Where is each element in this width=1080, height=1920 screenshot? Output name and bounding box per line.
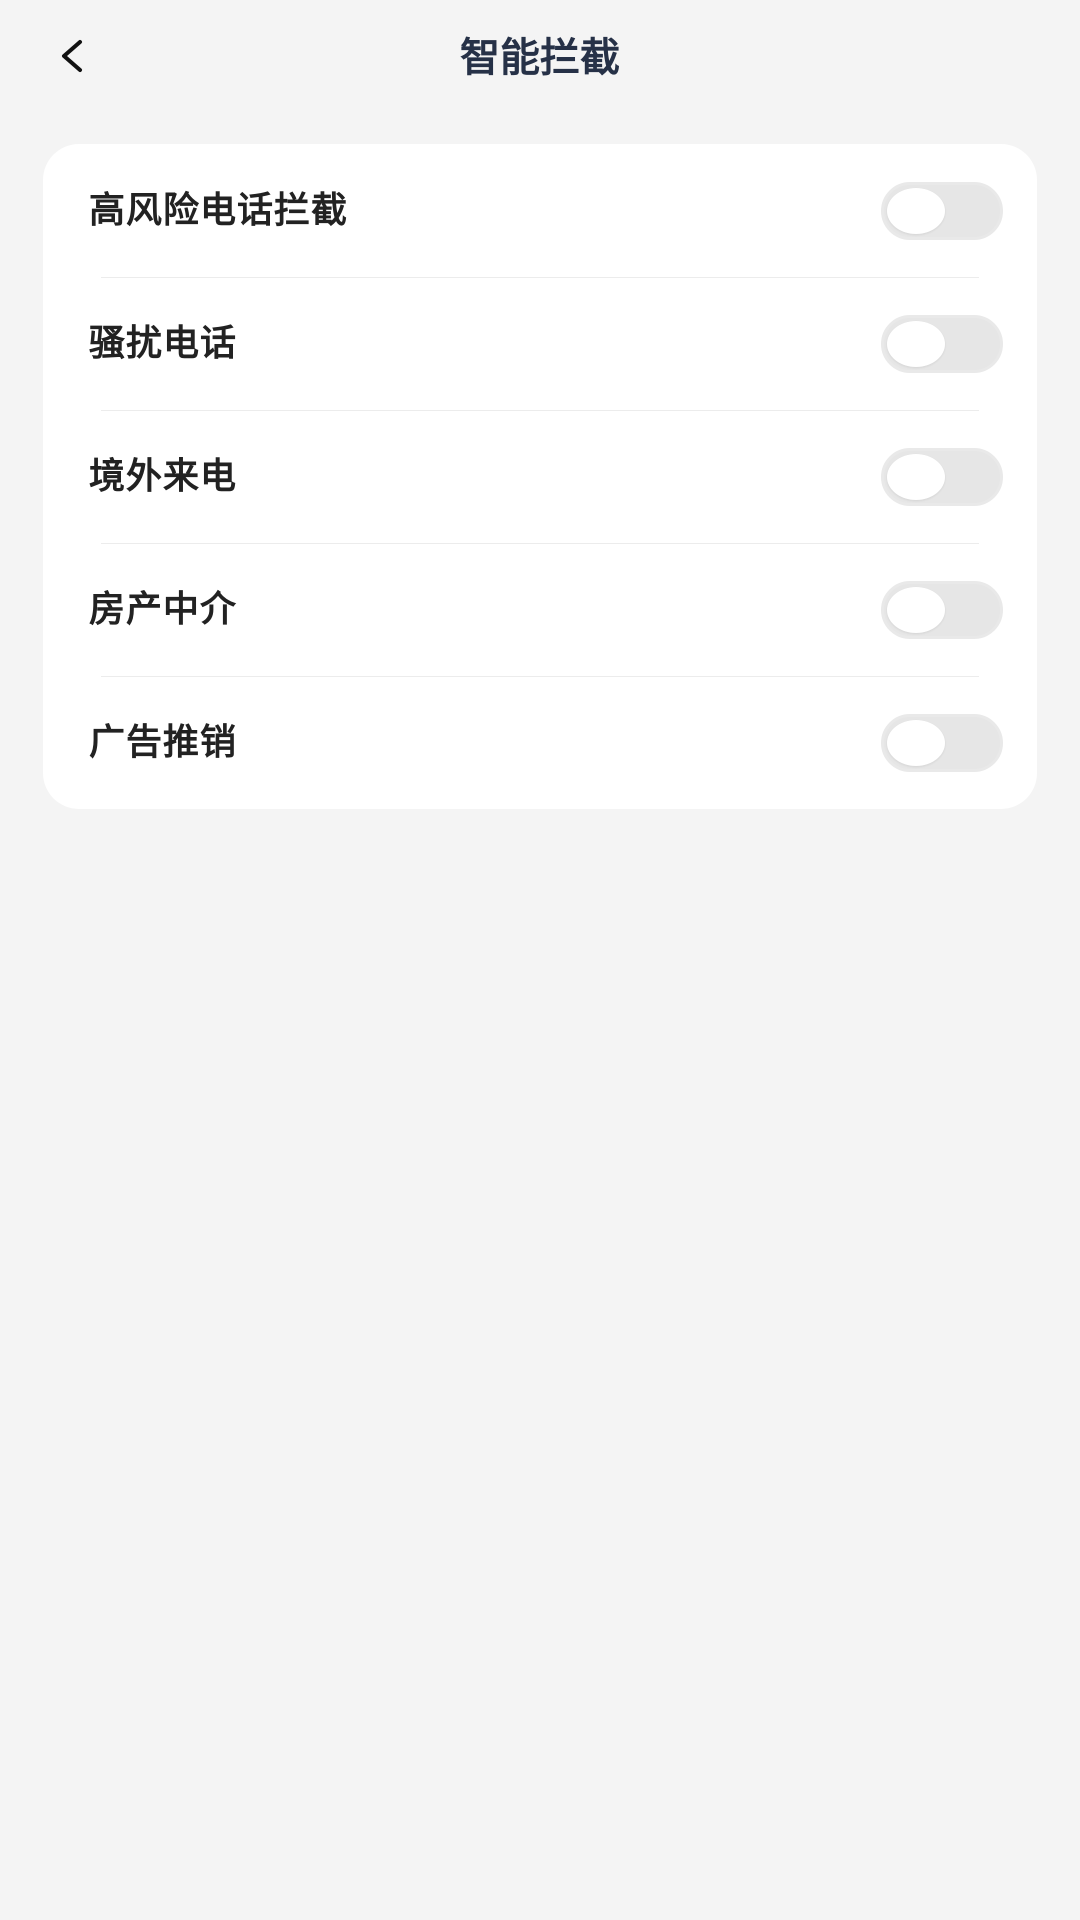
toggle-switch[interactable]	[881, 181, 1003, 240]
setting-label: 房产中介	[89, 588, 238, 630]
setting-row-harassment: 骚扰电话	[43, 277, 1037, 410]
setting-row-overseas: 境外来电	[43, 410, 1037, 543]
toggle-switch[interactable]	[881, 580, 1003, 639]
setting-row-high-risk: 高风险电话拦截	[43, 144, 1037, 277]
settings-card: 高风险电话拦截 骚扰电话 境外来电 房产中介 广告推销	[43, 144, 1037, 809]
toggle-knob	[887, 320, 945, 367]
setting-row-real-estate: 房产中介	[43, 543, 1037, 676]
setting-label: 高风险电话拦截	[89, 189, 349, 231]
toggle-knob	[887, 586, 945, 633]
toggle-switch[interactable]	[881, 314, 1003, 373]
page-title: 智能拦截	[460, 35, 620, 81]
setting-row-advertising: 广告推销	[43, 676, 1037, 809]
toggle-switch[interactable]	[881, 447, 1003, 506]
toggle-knob	[887, 187, 945, 234]
setting-label: 广告推销	[89, 721, 238, 763]
setting-label: 境外来电	[89, 455, 238, 497]
toggle-switch[interactable]	[881, 713, 1003, 772]
toggle-knob	[887, 453, 945, 500]
header-bar: 智能拦截	[0, 0, 1080, 120]
setting-label: 骚扰电话	[89, 322, 238, 364]
toggle-knob	[887, 719, 945, 766]
